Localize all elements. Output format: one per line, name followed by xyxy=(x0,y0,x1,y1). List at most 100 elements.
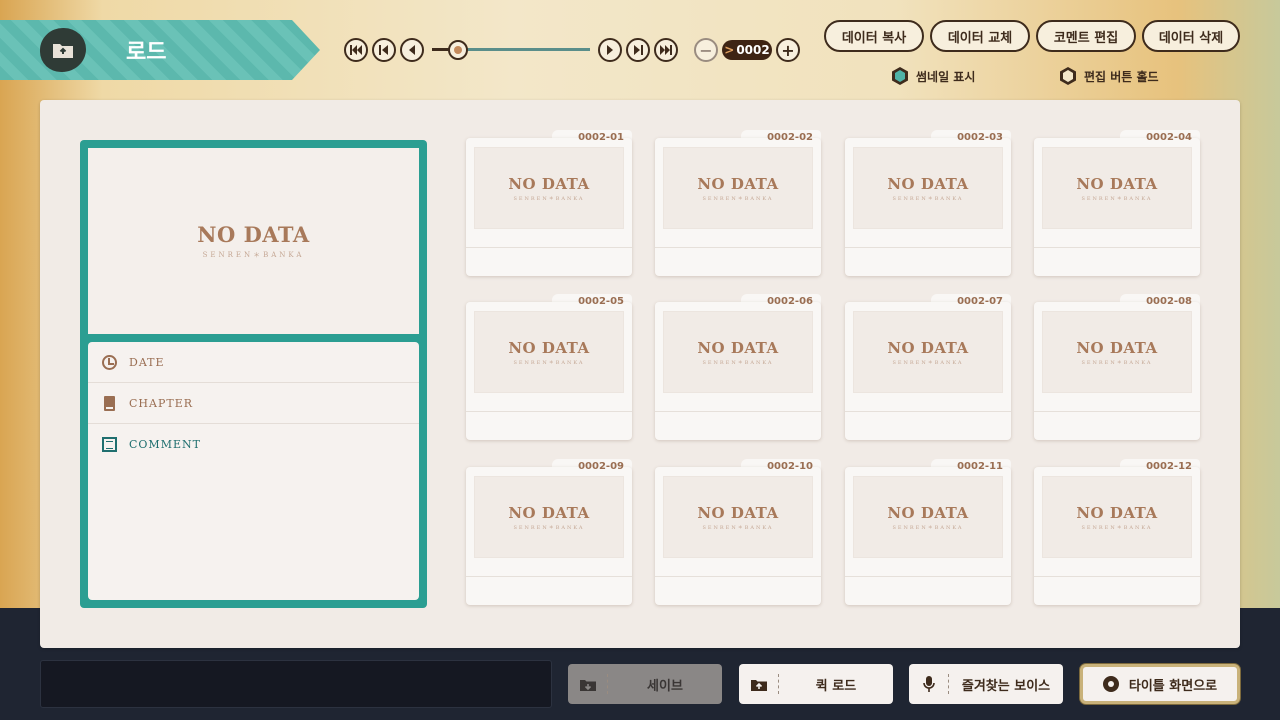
edit-comment-button[interactable]: 코멘트 편집 xyxy=(1036,20,1136,52)
folder-save-icon xyxy=(568,674,608,694)
brand-label: SENREN＊BANKA xyxy=(513,359,585,366)
slot-divider xyxy=(655,247,821,248)
next-icon[interactable] xyxy=(598,38,622,62)
quick-load-button[interactable]: 퀵 로드 xyxy=(739,664,893,704)
slot-divider xyxy=(655,411,821,412)
nodata-label: NO DATA xyxy=(887,503,969,522)
chapter-row: CHAPTER xyxy=(88,383,419,424)
save-slot[interactable]: 0002-03 NO DATA SENREN＊BANKA xyxy=(845,130,1011,276)
comment-label: COMMENT xyxy=(129,438,201,451)
slot-thumbnail: NO DATA SENREN＊BANKA xyxy=(474,476,624,558)
save-slot[interactable]: 0002-05 NO DATA SENREN＊BANKA xyxy=(466,294,632,440)
hold-edit-toggle-label: 편집 버튼 홀드 xyxy=(1084,69,1159,84)
hexagon-checkbox-icon xyxy=(892,67,908,85)
slot-number: 0002-08 xyxy=(1146,296,1192,307)
folder-load-icon xyxy=(739,674,779,694)
page-number: > 0002 xyxy=(722,40,772,60)
brand-label: SENREN＊BANKA xyxy=(202,251,305,259)
slot-number: 0002-02 xyxy=(767,132,813,143)
slot-divider xyxy=(1034,576,1200,577)
slot-divider xyxy=(845,247,1011,248)
nodata-label: NO DATA xyxy=(697,174,779,193)
skip-last-icon[interactable] xyxy=(654,38,678,62)
slot-thumbnail: NO DATA SENREN＊BANKA xyxy=(853,311,1003,393)
slot-number: 0002-10 xyxy=(767,461,813,472)
save-slot[interactable]: 0002-12 NO DATA SENREN＊BANKA xyxy=(1034,459,1200,605)
thumbnail-toggle-label: 썸네일 표시 xyxy=(916,69,976,84)
slot-thumbnail: NO DATA SENREN＊BANKA xyxy=(1042,476,1192,558)
hold-edit-toggle[interactable]: 편집 버튼 홀드 xyxy=(1060,66,1159,86)
brand-label: SENREN＊BANKA xyxy=(1081,359,1153,366)
nodata-label: NO DATA xyxy=(1076,174,1158,193)
prev-icon[interactable] xyxy=(400,38,424,62)
slot-info-card: DATE CHAPTER COMMENT xyxy=(88,342,419,600)
delete-data-button[interactable]: 데이터 삭제 xyxy=(1142,20,1240,52)
preview-thumbnail: NO DATA SENREN＊BANKA xyxy=(88,148,419,334)
slot-divider xyxy=(1034,247,1200,248)
slot-thumbnail: NO DATA SENREN＊BANKA xyxy=(474,311,624,393)
page-plus-button[interactable]: + xyxy=(776,38,800,62)
brand-label: SENREN＊BANKA xyxy=(702,524,774,531)
favorite-voice-button[interactable]: 즐겨찾는 보이스 xyxy=(909,664,1063,704)
brand-label: SENREN＊BANKA xyxy=(892,359,964,366)
thumbnail-toggle[interactable]: 썸네일 표시 xyxy=(892,66,975,86)
copy-data-button[interactable]: 데이터 복사 xyxy=(824,20,924,52)
nodata-label: NO DATA xyxy=(508,174,590,193)
slot-number: 0002-07 xyxy=(957,296,1003,307)
page-title: 로드 xyxy=(126,40,167,65)
brand-label: SENREN＊BANKA xyxy=(513,195,585,202)
slot-number: 0002-11 xyxy=(957,461,1003,472)
return-to-title-button[interactable]: 타이틀 화면으로 xyxy=(1080,664,1240,704)
date-label: DATE xyxy=(129,355,165,369)
save-slot[interactable]: 0002-07 NO DATA SENREN＊BANKA xyxy=(845,294,1011,440)
slot-thumbnail: NO DATA SENREN＊BANKA xyxy=(1042,311,1192,393)
nodata-label: NO DATA xyxy=(697,503,779,522)
brand-label: SENREN＊BANKA xyxy=(702,195,774,202)
slot-divider xyxy=(655,576,821,577)
slider-thumb[interactable] xyxy=(448,40,468,60)
slot-divider xyxy=(466,247,632,248)
favorite-voice-label: 즐겨찾는 보이스 xyxy=(961,678,1051,694)
skip-prev-icon[interactable] xyxy=(372,38,396,62)
nodata-label: NO DATA xyxy=(1076,503,1158,522)
save-slot[interactable]: 0002-08 NO DATA SENREN＊BANKA xyxy=(1034,294,1200,440)
nodata-label: NO DATA xyxy=(887,338,969,357)
brand-label: SENREN＊BANKA xyxy=(702,359,774,366)
brand-label: SENREN＊BANKA xyxy=(1081,195,1153,202)
book-icon xyxy=(104,395,115,411)
chapter-label: CHAPTER xyxy=(129,396,194,410)
save-slot[interactable]: 0002-10 NO DATA SENREN＊BANKA xyxy=(655,459,821,605)
save-slot[interactable]: 0002-11 NO DATA SENREN＊BANKA xyxy=(845,459,1011,605)
slot-number: 0002-12 xyxy=(1146,461,1192,472)
nodata-label: NO DATA xyxy=(697,338,779,357)
brand-label: SENREN＊BANKA xyxy=(513,524,585,531)
save-slot[interactable]: 0002-01 NO DATA SENREN＊BANKA xyxy=(466,130,632,276)
quick-load-label: 퀵 로드 xyxy=(815,678,857,694)
replace-data-button[interactable]: 데이터 교체 xyxy=(930,20,1030,52)
save-slot[interactable]: 0002-09 NO DATA SENREN＊BANKA xyxy=(466,459,632,605)
save-label: 세이브 xyxy=(647,678,683,694)
slot-thumbnail: NO DATA SENREN＊BANKA xyxy=(853,476,1003,558)
comment-row: COMMENT xyxy=(88,424,419,465)
nodata-label: NO DATA xyxy=(508,338,590,357)
save-slot[interactable]: 0002-02 NO DATA SENREN＊BANKA xyxy=(655,130,821,276)
nodata-label: NO DATA xyxy=(508,503,590,522)
skip-first-icon[interactable] xyxy=(344,38,368,62)
slot-number: 0002-09 xyxy=(578,461,624,472)
slot-divider xyxy=(466,576,632,577)
brand-label: SENREN＊BANKA xyxy=(892,195,964,202)
save-slot[interactable]: 0002-04 NO DATA SENREN＊BANKA xyxy=(1034,130,1200,276)
slot-thumbnail: NO DATA SENREN＊BANKA xyxy=(663,476,813,558)
slot-number: 0002-04 xyxy=(1146,132,1192,143)
slot-number: 0002-03 xyxy=(957,132,1003,143)
slot-thumbnail: NO DATA SENREN＊BANKA xyxy=(663,311,813,393)
slot-thumbnail: NO DATA SENREN＊BANKA xyxy=(1042,147,1192,229)
document-icon xyxy=(102,437,117,452)
save-slot[interactable]: 0002-06 NO DATA SENREN＊BANKA xyxy=(655,294,821,440)
page-number-value: 0002 xyxy=(736,43,770,57)
page-minus-button[interactable]: − xyxy=(694,38,718,62)
save-button[interactable]: 세이브 xyxy=(568,664,722,704)
comment-display xyxy=(40,660,552,708)
skip-next-icon[interactable] xyxy=(626,38,650,62)
brand-label: SENREN＊BANKA xyxy=(1081,524,1153,531)
